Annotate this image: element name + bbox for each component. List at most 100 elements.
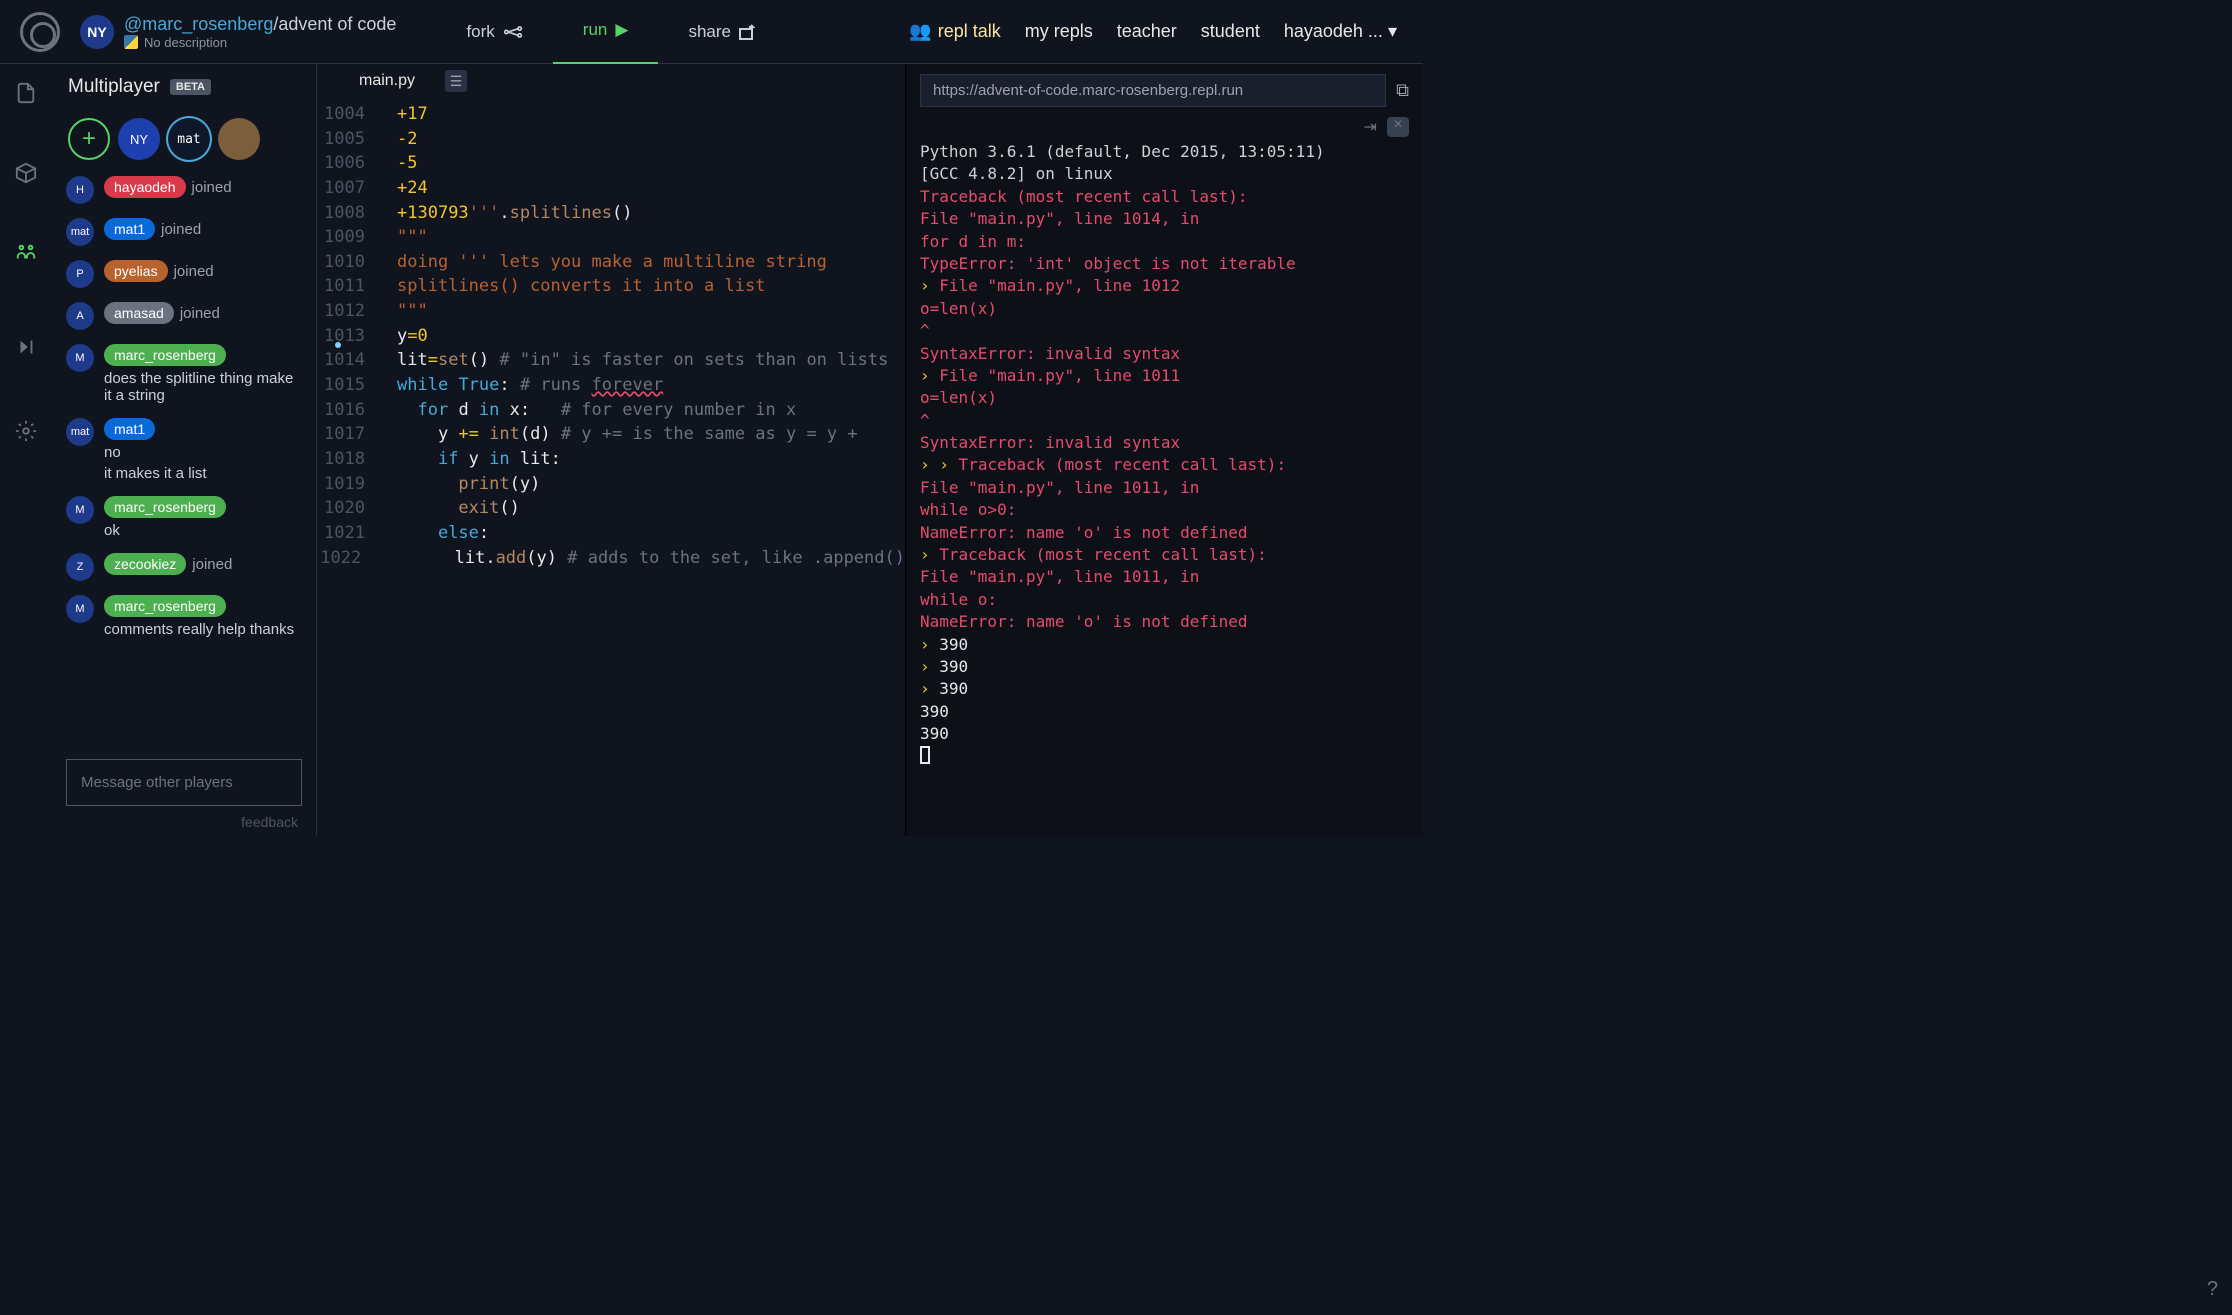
repo-title: @marc_rosenberg/advent of code: [124, 14, 396, 35]
code-line[interactable]: 1004+17: [317, 102, 905, 127]
chat-item: Aamasadjoined: [66, 302, 302, 330]
python-icon: [124, 35, 138, 49]
chat-item: Hhayaodehjoined: [66, 176, 302, 204]
chat-avatar: Z: [66, 553, 94, 581]
code-line[interactable]: 1018 if y in lit:: [317, 447, 905, 472]
url-bar: ⧉: [906, 64, 1423, 117]
console-panel: ⧉ ⇥ ✕ Python 3.6.1 (default, Dec 2015, 1…: [906, 64, 1423, 836]
code-line[interactable]: 1020 exit(): [317, 496, 905, 521]
code-line[interactable]: 1021 else:: [317, 521, 905, 546]
play-icon: ▶: [615, 20, 628, 40]
settings-icon[interactable]: [15, 420, 37, 442]
message-input[interactable]: Message other players: [66, 759, 302, 806]
terminal-line: › 390: [920, 634, 1409, 656]
terminal-line: ^: [920, 410, 1409, 432]
chat-avatar: M: [66, 496, 94, 524]
terminal-line: › 390: [920, 678, 1409, 700]
code-line[interactable]: 1008+130793'''.splitlines(): [317, 201, 905, 226]
feedback-link[interactable]: feedback: [52, 814, 316, 836]
terminal-line: NameError: name 'o' is not defined: [920, 522, 1409, 544]
terminal-line: › File "main.py", line 1012: [920, 275, 1409, 297]
code-line[interactable]: 1011splitlines() converts it into a list: [317, 274, 905, 299]
my-repls-link[interactable]: my repls: [1025, 21, 1093, 42]
player-avatar[interactable]: NY: [118, 118, 160, 160]
editor-tabs: main.py ☰: [317, 64, 905, 98]
student-link[interactable]: student: [1201, 21, 1260, 42]
term-export-icon[interactable]: ⇥: [1364, 117, 1377, 137]
chat-avatar: mat: [66, 218, 94, 246]
player-avatar[interactable]: [218, 118, 260, 160]
code-line[interactable]: 1007+24: [317, 176, 905, 201]
people-icon: 👥: [909, 21, 931, 42]
terminal-line: File "main.py", line 1011, in: [920, 566, 1409, 588]
debugger-icon[interactable]: [15, 336, 37, 358]
terminal-line: SyntaxError: invalid syntax: [920, 343, 1409, 365]
code-line[interactable]: 1013y=0: [317, 324, 905, 349]
code-line[interactable]: 1012""": [317, 299, 905, 324]
chat-item: matmat1joined: [66, 218, 302, 246]
run-button[interactable]: run▶: [553, 0, 659, 65]
terminal-line: [GCC 4.8.2] on linux: [920, 163, 1409, 185]
chat-item: Zzecookiezjoined: [66, 553, 302, 581]
packages-icon[interactable]: [15, 162, 37, 184]
terminal-line: Python 3.6.1 (default, Dec 2015, 13:05:1…: [920, 141, 1409, 163]
fork-button[interactable]: fork: [436, 0, 552, 65]
top-actions: fork run▶ share: [436, 0, 787, 65]
chat-avatar: mat: [66, 418, 94, 446]
chat-item: Ppyeliasjoined: [66, 260, 302, 288]
player-avatar[interactable]: mat: [168, 118, 210, 160]
repo-info: NY @marc_rosenberg/advent of code No des…: [80, 14, 396, 50]
repl-url-input[interactable]: [920, 74, 1386, 107]
terminal-line: File "main.py", line 1014, in: [920, 208, 1409, 230]
user-avatar[interactable]: NY: [80, 15, 114, 49]
terminal-line: › 390: [920, 656, 1409, 678]
code-line[interactable]: 1016 for d in x: # for every number in x: [317, 398, 905, 423]
user-menu[interactable]: hayaodeh ... ▾: [1284, 21, 1397, 42]
code-line[interactable]: 1017 y += int(d) # y += is the same as y…: [317, 422, 905, 447]
code-line[interactable]: 1014lit=set() # "in" is faster on sets t…: [317, 348, 905, 373]
terminal-line: while o:: [920, 589, 1409, 611]
terminal-line: › Traceback (most recent call last):: [920, 544, 1409, 566]
code-line[interactable]: 1015while True: # runs forever: [317, 373, 905, 398]
tab-layout-icon[interactable]: ☰: [445, 70, 467, 92]
icon-sidebar: [0, 64, 52, 836]
terminal-line: Traceback (most recent call last):: [920, 186, 1409, 208]
code-editor[interactable]: 1004+171005-21006-51007+241008+130793'''…: [317, 98, 905, 836]
multiplayer-icon[interactable]: [15, 242, 37, 264]
teacher-link[interactable]: teacher: [1117, 21, 1177, 42]
logo-icon[interactable]: [20, 12, 60, 52]
terminal-line: while o>0:: [920, 499, 1409, 521]
terminal-line: SyntaxError: invalid syntax: [920, 432, 1409, 454]
terminal-line: o=len(x): [920, 387, 1409, 409]
open-external-icon[interactable]: ⧉: [1396, 80, 1409, 101]
editor-panel: main.py ☰ 1004+171005-21006-51007+241008…: [317, 64, 906, 836]
code-line[interactable]: 1019 print(y): [317, 472, 905, 497]
chat-item: Mmarc_rosenbergok: [66, 496, 302, 539]
add-player-button[interactable]: +: [68, 118, 110, 160]
help-icon[interactable]: ?: [2207, 1278, 2218, 1301]
code-line[interactable]: 1022 lit.add(y) # adds to the set, like …: [317, 546, 905, 571]
code-line[interactable]: 1005-2: [317, 127, 905, 152]
terminal-line: TypeError: 'int' object is not iterable: [920, 253, 1409, 275]
terminal-line: ^: [920, 320, 1409, 342]
chevron-down-icon: ▾: [1388, 21, 1397, 41]
terminal-output[interactable]: Python 3.6.1 (default, Dec 2015, 13:05:1…: [906, 141, 1423, 836]
chat-avatar: M: [66, 344, 94, 372]
repo-description: No description: [124, 35, 396, 50]
files-icon[interactable]: [15, 82, 37, 104]
terminal-line: › File "main.py", line 1011: [920, 365, 1409, 387]
chat-item: Mmarc_rosenbergcomments really help than…: [66, 595, 302, 638]
beta-badge: BETA: [170, 79, 211, 95]
code-line[interactable]: 1009""": [317, 225, 905, 250]
repl-talk-link[interactable]: 👥repl talk: [909, 21, 1000, 42]
terminal-line: › › Traceback (most recent call last):: [920, 454, 1409, 476]
code-line[interactable]: 1010doing ''' lets you make a multiline …: [317, 250, 905, 275]
terminal-line: o=len(x): [920, 298, 1409, 320]
share-button[interactable]: share: [658, 0, 787, 65]
terminal-line: for d in m:: [920, 231, 1409, 253]
multiplayer-header: MultiplayerBETA: [52, 64, 316, 110]
chat-avatar: P: [66, 260, 94, 288]
tab-main-py[interactable]: main.py: [359, 68, 415, 94]
term-clear-icon[interactable]: ✕: [1387, 117, 1409, 137]
code-line[interactable]: 1006-5: [317, 151, 905, 176]
